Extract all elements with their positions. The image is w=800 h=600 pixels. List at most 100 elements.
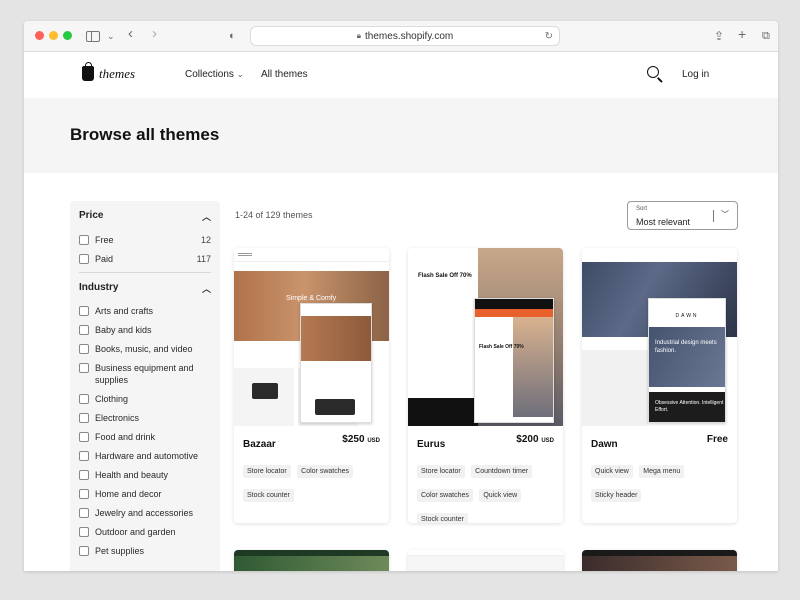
search-icon[interactable] [647,66,659,78]
theme-price: Free [707,434,728,445]
preview-mobile: Flash Sale Off 70% [474,298,554,423]
checkbox[interactable] [79,325,89,335]
preview-mobile-bar [475,299,553,309]
checkbox[interactable] [79,432,89,442]
divider [713,210,714,222]
checkbox[interactable] [79,527,89,537]
checkbox[interactable] [79,546,89,556]
filter-option-clothing[interactable]: Clothing [79,393,211,405]
feature-tag: Store locator [417,465,465,478]
theme-preview-image[interactable]: DAWN Industrial design meets fashion. Ob… [582,248,737,426]
preview-product [408,398,478,426]
shield-icon[interactable]: ◐ [229,27,236,45]
minimize-window-button[interactable] [49,31,58,40]
filter-option-count: 117 [196,254,211,264]
filter-option-baby[interactable]: Baby and kids [79,324,211,336]
checkbox[interactable] [79,508,89,518]
filter-option-business[interactable]: Business equipment and supplies [79,362,211,386]
checkbox[interactable] [79,413,89,423]
filter-option-books[interactable]: Books, music, and video [79,343,211,355]
filter-option-electronics[interactable]: Electronics [79,412,211,424]
filter-price-header[interactable]: Price ︿ [79,210,211,226]
sort-label: Sort [636,206,648,212]
theme-name[interactable]: Eurus [417,439,445,450]
filter-option-paid[interactable]: Paid 117 [79,253,211,265]
checkbox[interactable] [79,470,89,480]
filter-option-outdoor[interactable]: Outdoor and garden [79,526,211,538]
new-tab-icon[interactable]: + [738,25,746,43]
close-window-button[interactable] [35,31,44,40]
sofa-image [315,399,355,415]
filter-option-health[interactable]: Health and beauty [79,469,211,481]
price-value: $250 [342,434,365,445]
theme-card-dawn[interactable]: DAWN Industrial design meets fashion. Ob… [582,248,737,523]
feature-tag: Mega menu [639,465,685,478]
theme-preview-image[interactable]: Flash Sale Off 70% Flash Sale Off 70% [408,248,563,426]
preview-mobile-topbar [475,309,553,317]
zoom-window-button[interactable] [63,31,72,40]
site-header: themes Collections ⌄ All themes Log in [24,52,778,98]
theme-card-eurus[interactable]: Flash Sale Off 70% Flash Sale Off 70% Eu… [408,248,563,523]
nav-collections-label: Collections [185,69,234,80]
reload-icon[interactable]: ↻ [545,31,553,42]
preview-footer-text: Obsessive Attention. Intelligent Effort. [655,400,724,413]
sort-select[interactable]: Sort Most relevant ﹀ [627,201,738,230]
nav-collections[interactable]: Collections ⌄ [185,69,244,80]
filter-option-pet[interactable]: Pet supplies [79,545,211,557]
address-bar[interactable]: 🔒︎ themes.shopify.com ↻ [250,26,560,46]
chevron-down-icon: ﹀ [721,210,729,219]
chevron-down-icon[interactable]: ⌄ [107,27,115,45]
checkbox[interactable] [79,254,89,264]
theme-card[interactable] [582,550,737,571]
login-link[interactable]: Log in [682,69,709,80]
theme-preview-image[interactable]: Simple & Comfy [234,248,389,426]
theme-card[interactable] [234,550,389,571]
checkbox[interactable] [79,394,89,404]
theme-preview-image [408,556,563,571]
shopify-bag-icon[interactable] [82,62,94,81]
filter-option-label: Clothing [95,394,129,404]
feature-tag: Sticky header [591,489,642,502]
forward-icon[interactable]: › [152,25,157,43]
checkbox[interactable] [79,451,89,461]
checkbox[interactable] [79,235,89,245]
logo-text[interactable]: themes [99,66,135,82]
theme-card-bazaar[interactable]: Simple & Comfy Bazaar $250 USD Store loc… [234,248,389,523]
filter-option-label: Pet supplies [95,546,145,556]
checkbox[interactable] [79,363,89,373]
theme-name[interactable]: Bazaar [243,439,276,450]
divider [79,272,211,273]
feature-tag: Countdown timer [471,465,533,478]
feature-tag: Store locator [243,465,291,478]
preview-banner-text: Simple & Comfy [286,295,337,302]
tabs-icon[interactable]: ⧉ [762,27,770,45]
filter-option-home[interactable]: Home and decor [79,488,211,500]
sidebar-icon[interactable] [86,31,100,42]
filter-option-arts[interactable]: Arts and crafts [79,305,211,317]
share-icon[interactable]: ⇪ [714,27,724,45]
filter-option-label: Business equipment and supplies [95,363,194,385]
filter-option-jewelry[interactable]: Jewelry and accessories [79,507,211,519]
checkbox[interactable] [79,344,89,354]
filter-option-label: Free [95,235,114,245]
filter-option-food[interactable]: Food and drink [79,431,211,443]
chevron-up-icon: ︿ [201,212,211,222]
browser-toolbar: ⌄ ‹ › ◐ 🔒︎ themes.shopify.com ↻ ⇪ + ⧉ [24,21,778,52]
theme-card[interactable] [408,550,563,571]
filter-option-hardware[interactable]: Hardware and automotive [79,450,211,462]
theme-name[interactable]: Dawn [591,439,618,450]
checkbox[interactable] [79,489,89,499]
preview-mobile-headline: Flash Sale Off 70% [479,344,524,350]
page-title: Browse all themes [70,125,220,144]
preview-headline: Industrial design meets fashion. [655,340,717,354]
price-currency: USD [367,438,380,444]
back-icon[interactable]: ‹ [128,25,133,43]
checkbox[interactable] [79,306,89,316]
nav-all-themes[interactable]: All themes [261,69,308,80]
filter-industry-header[interactable]: Industry ︿ [79,282,211,298]
chevron-down-icon: ⌄ [236,70,244,79]
preview-products [582,350,648,426]
filter-option-free[interactable]: Free 12 [79,234,211,246]
preview-mobile [300,303,372,423]
filter-option-count: 12 [200,235,211,245]
